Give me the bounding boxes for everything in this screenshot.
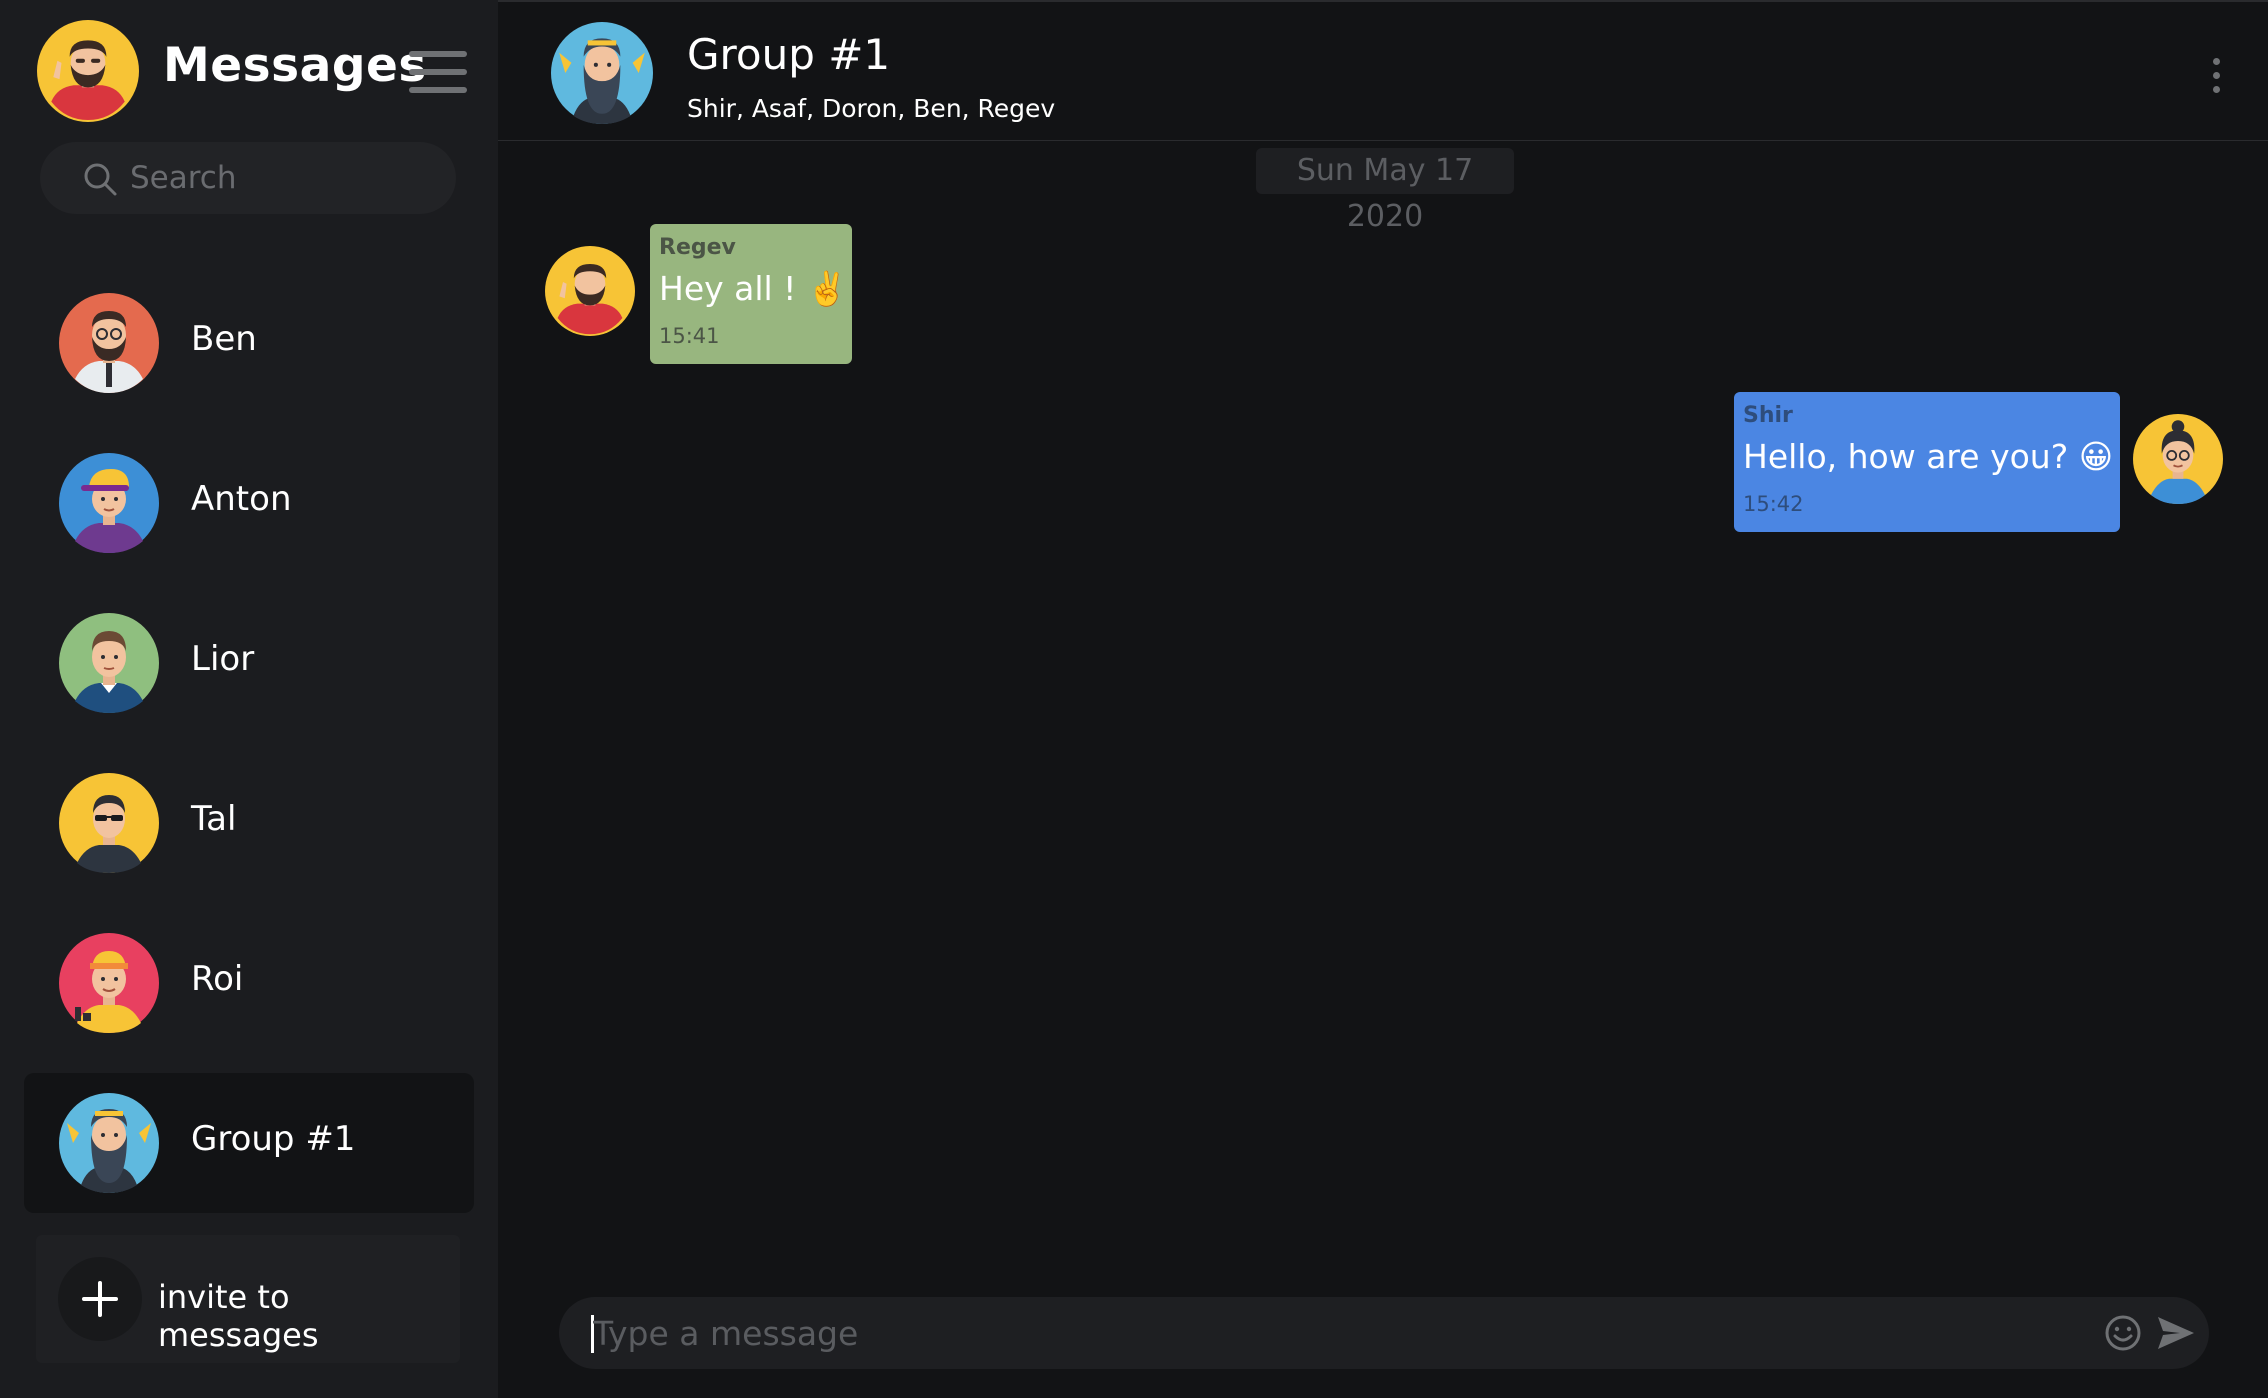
contact-name: Ben bbox=[191, 319, 257, 359]
contact-name: Lior bbox=[191, 639, 255, 679]
invite-label: invite to messages bbox=[158, 1278, 319, 1354]
contact-avatar bbox=[59, 773, 159, 873]
sidebar-title: Messages bbox=[163, 38, 427, 93]
chat-panel: Group #1 Shir, Asaf, Doron, Ben, Regev S… bbox=[498, 0, 2268, 1398]
hamburger-menu-icon[interactable] bbox=[407, 48, 469, 96]
search-input[interactable] bbox=[130, 142, 430, 214]
plus-icon bbox=[58, 1257, 142, 1341]
chat-header: Group #1 Shir, Asaf, Doron, Ben, Regev bbox=[498, 0, 2268, 141]
chat-members: Shir, Asaf, Doron, Ben, Regev bbox=[687, 94, 1056, 123]
contact-avatar bbox=[59, 1093, 159, 1193]
contact-item-group-1[interactable]: Group #1 bbox=[24, 1073, 474, 1213]
sender-avatar bbox=[2133, 414, 2223, 504]
contact-item-anton[interactable]: Anton bbox=[24, 433, 474, 573]
emoji-icon[interactable] bbox=[2104, 1314, 2142, 1352]
message-time: 15:42 bbox=[1743, 492, 1804, 516]
message-input[interactable] bbox=[593, 1297, 2043, 1369]
contact-item-roi[interactable]: Roi bbox=[24, 913, 474, 1053]
user-avatar[interactable] bbox=[37, 20, 139, 122]
contact-list: Ben Anton Lior Tal Roi Group #1 bbox=[24, 273, 474, 1233]
invite-button[interactable]: invite to messages bbox=[36, 1235, 460, 1363]
message-text: Hey all ! ✌️ bbox=[659, 269, 848, 308]
contact-name: Anton bbox=[191, 479, 292, 519]
contact-avatar bbox=[59, 613, 159, 713]
search-icon bbox=[84, 163, 117, 196]
messages-app: Messages Search Ben Anton Lior Tal Roi G… bbox=[0, 0, 2268, 1398]
contact-avatar bbox=[59, 933, 159, 1033]
group-avatar[interactable] bbox=[551, 22, 653, 124]
kebab-menu-icon[interactable] bbox=[2206, 56, 2226, 96]
search-bar[interactable] bbox=[40, 142, 456, 214]
message-bubble-incoming[interactable]: Regev Hey all ! ✌️ 15:41 bbox=[650, 224, 852, 364]
message-time: 15:41 bbox=[659, 324, 720, 348]
send-icon[interactable] bbox=[2156, 1314, 2196, 1352]
message-composer bbox=[559, 1297, 2209, 1369]
message-bubble-outgoing[interactable]: Shir Hello, how are you? 😀 15:42 bbox=[1734, 392, 2120, 532]
contact-name: Roi bbox=[191, 959, 244, 999]
sidebar-header: Messages bbox=[0, 0, 498, 140]
contact-item-tal[interactable]: Tal bbox=[24, 753, 474, 893]
date-separator: Sun May 17 2020 bbox=[1256, 148, 1514, 234]
contact-avatar bbox=[59, 293, 159, 393]
contact-name: Tal bbox=[191, 799, 237, 839]
contact-item-ben[interactable]: Ben bbox=[24, 273, 474, 413]
sidebar: Messages Search Ben Anton Lior Tal Roi G… bbox=[0, 0, 498, 1398]
contact-avatar bbox=[59, 453, 159, 553]
sender-avatar bbox=[545, 246, 635, 336]
message-text: Hello, how are you? 😀 bbox=[1743, 437, 2114, 476]
chat-title: Group #1 bbox=[687, 30, 891, 79]
contact-name: Group #1 bbox=[191, 1119, 356, 1159]
message-sender: Regev bbox=[659, 235, 736, 260]
message-sender: Shir bbox=[1743, 403, 1793, 428]
contact-item-lior[interactable]: Lior bbox=[24, 593, 474, 733]
